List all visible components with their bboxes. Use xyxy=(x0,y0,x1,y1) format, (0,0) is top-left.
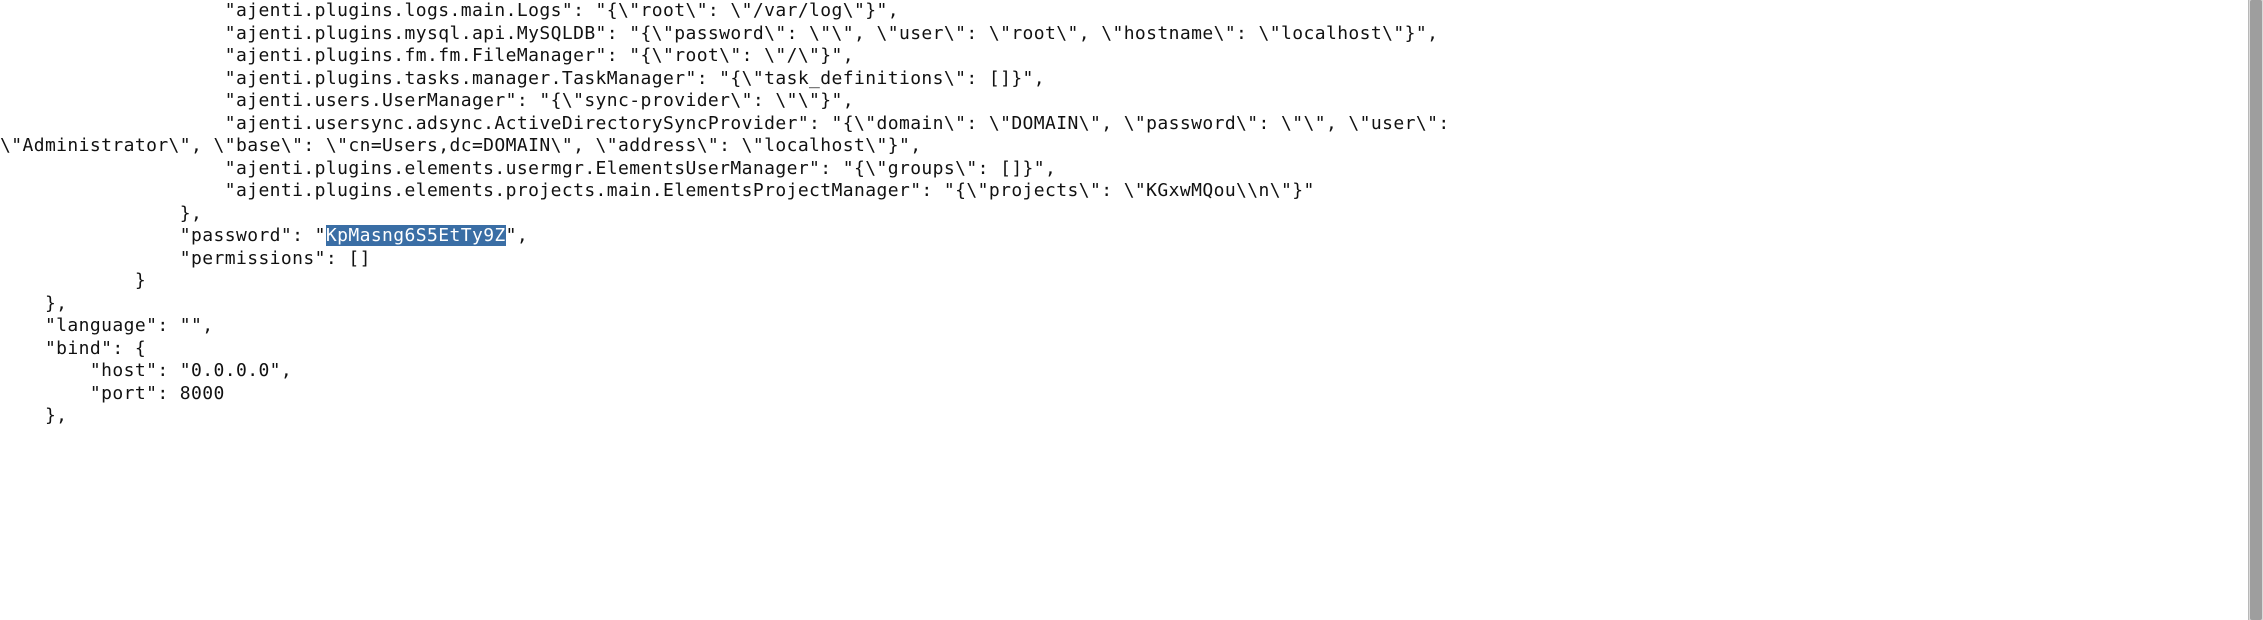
code-line: "ajenti.plugins.mysql.api.MySQLDB": "{\"… xyxy=(0,23,1438,44)
code-line: "port": 8000 xyxy=(0,383,225,404)
code-line: "ajenti.plugins.logs.main.Logs": "{\"roo… xyxy=(0,0,899,21)
code-line: "permissions": [] xyxy=(0,248,371,269)
code-line: }, xyxy=(0,405,67,426)
code-line: } xyxy=(0,270,146,291)
code-line: "ajenti.plugins.tasks.manager.TaskManage… xyxy=(0,68,1045,89)
code-line: "ajenti.plugins.fm.fm.FileManager": "{\"… xyxy=(0,45,854,66)
config-json-text[interactable]: "ajenti.plugins.logs.main.Logs": "{\"roo… xyxy=(0,0,2263,428)
code-line: \"Administrator\", \"base\": \"cn=Users,… xyxy=(0,135,921,156)
code-line: "ajenti.plugins.elements.usermgr.Element… xyxy=(0,158,1056,179)
code-line-password: "password": "KpMasng6S5EtTy9Z", xyxy=(0,225,528,246)
code-line: }, xyxy=(0,293,67,314)
code-line: "ajenti.plugins.elements.projects.main.E… xyxy=(0,180,1315,201)
code-line: "ajenti.users.UserManager": "{\"sync-pro… xyxy=(0,90,854,111)
vertical-scrollbar-thumb[interactable] xyxy=(2250,0,2262,620)
code-line: "language": "", xyxy=(0,315,214,336)
code-line: }, xyxy=(0,203,202,224)
code-line: "host": "0.0.0.0", xyxy=(0,360,292,381)
code-viewport: { "code": { "lines": [ " \"ajenti.plugin… xyxy=(0,0,2263,620)
code-line: "ajenti.usersync.adsync.ActiveDirectoryS… xyxy=(0,113,1461,134)
selected-password-text[interactable]: KpMasng6S5EtTy9Z xyxy=(326,225,506,246)
vertical-scrollbar-track[interactable] xyxy=(2248,0,2263,620)
code-line: "bind": { xyxy=(0,338,146,359)
